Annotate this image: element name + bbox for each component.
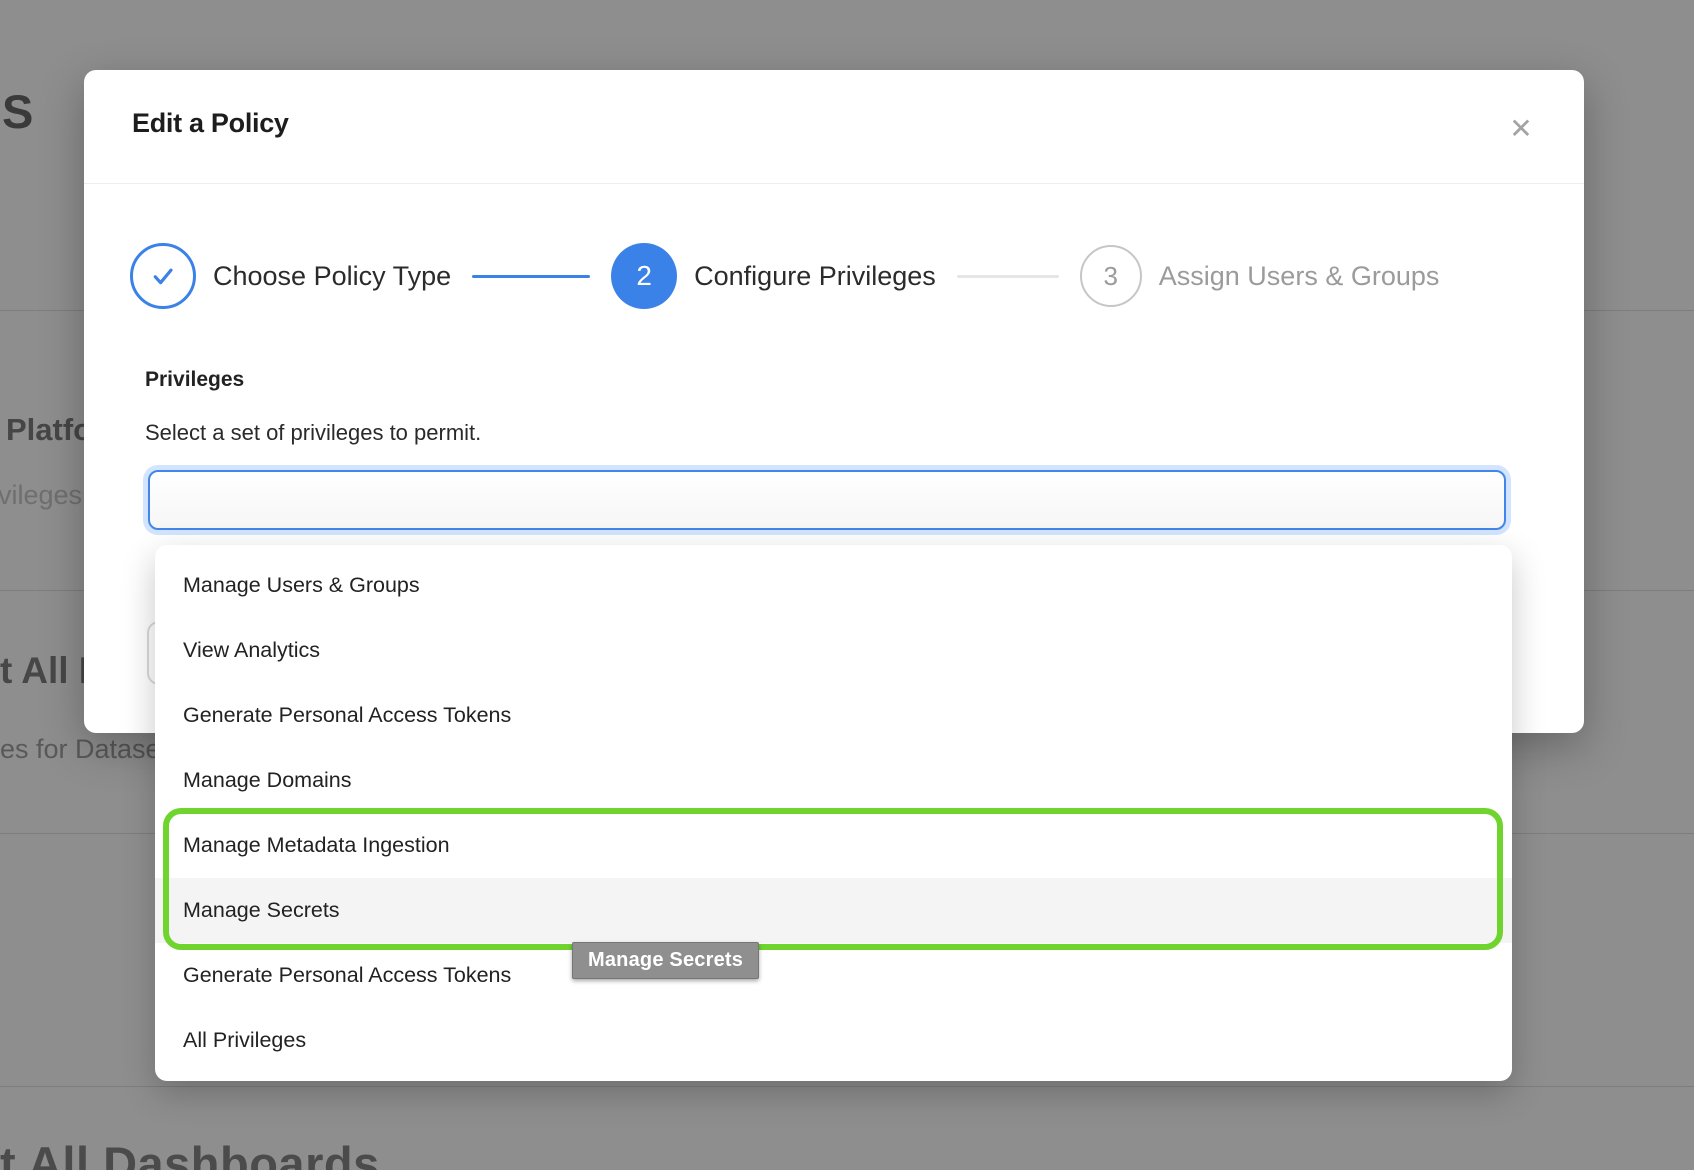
- step-label: Configure Privileges: [694, 261, 936, 292]
- background-text-fragment: es for Dataset: [0, 734, 168, 765]
- step-connector: [957, 275, 1059, 278]
- background-text-fragment: t All Dashboards: [0, 1136, 380, 1170]
- dropdown-option[interactable]: Manage Domains: [155, 748, 1512, 813]
- dropdown-option[interactable]: Manage Secrets: [155, 878, 1512, 943]
- modal-header: Edit a Policy ✕: [84, 70, 1584, 184]
- dropdown-option[interactable]: All Privileges: [155, 1008, 1512, 1073]
- step-choose-policy-type[interactable]: Choose Policy Type: [130, 243, 451, 309]
- modal-title: Edit a Policy: [132, 108, 289, 139]
- background-text-fragment: vileges: [0, 480, 82, 511]
- step-connector: [472, 275, 590, 278]
- step-done-circle: [130, 243, 196, 309]
- dropdown-option[interactable]: Generate Personal Access Tokens: [155, 943, 1512, 1008]
- step-label: Choose Policy Type: [213, 261, 451, 292]
- privileges-dropdown: Manage Users & Groups View Analytics Gen…: [155, 545, 1512, 1081]
- background-divider: [0, 1086, 1694, 1087]
- privileges-description: Select a set of privileges to permit.: [145, 420, 481, 446]
- screen: S Platfo vileges t All D es for Dataset …: [0, 0, 1694, 1170]
- dropdown-option[interactable]: Manage Users & Groups: [155, 553, 1512, 618]
- privileges-select-input[interactable]: [148, 470, 1506, 530]
- background-text-fragment: Platfo: [6, 412, 92, 448]
- privileges-heading: Privileges: [145, 368, 244, 392]
- step-wait-circle: 3: [1080, 245, 1142, 307]
- close-icon[interactable]: ✕: [1501, 108, 1541, 148]
- dropdown-option[interactable]: Generate Personal Access Tokens: [155, 683, 1512, 748]
- step-configure-privileges[interactable]: 2 Configure Privileges: [611, 243, 936, 309]
- step-assign-users-groups[interactable]: 3 Assign Users & Groups: [1080, 245, 1440, 307]
- wizard-stepper: Choose Policy Type 2 Configure Privilege…: [130, 242, 1439, 310]
- dropdown-option[interactable]: Manage Metadata Ingestion: [155, 813, 1512, 878]
- dropdown-option[interactable]: View Analytics: [155, 618, 1512, 683]
- tooltip: Manage Secrets: [572, 942, 759, 979]
- background-text-fragment: S: [2, 84, 33, 139]
- step-label: Assign Users & Groups: [1159, 261, 1440, 292]
- check-icon: [147, 260, 179, 292]
- step-active-circle: 2: [611, 243, 677, 309]
